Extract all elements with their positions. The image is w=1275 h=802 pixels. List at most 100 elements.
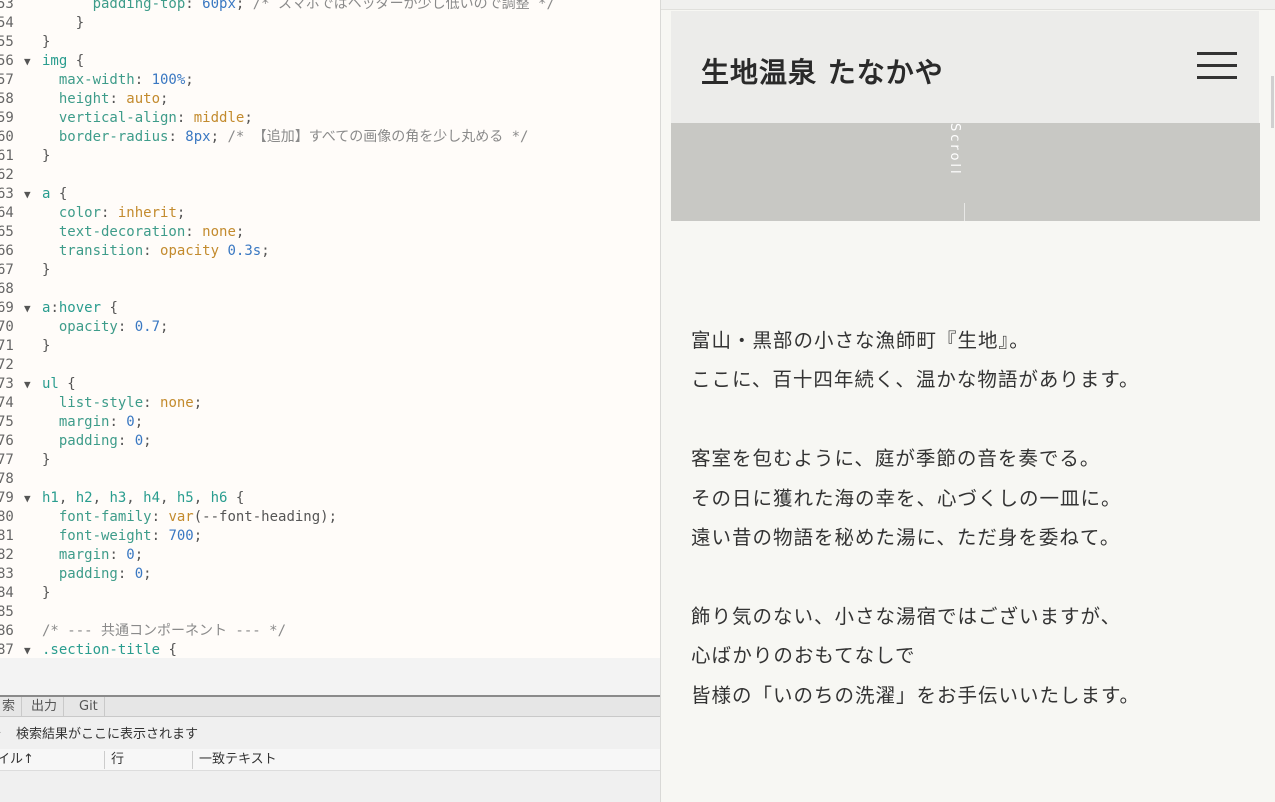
- code-line[interactable]: 67}: [0, 261, 660, 280]
- code-token: padding: [58, 433, 118, 449]
- line-number: 69: [0, 300, 14, 316]
- line-number: 55: [0, 34, 14, 50]
- fold-arrow-icon[interactable]: ▼: [24, 641, 36, 658]
- code-line[interactable]: 63 ▼ a {: [0, 185, 660, 204]
- code-line[interactable]: 54 }: [0, 14, 660, 33]
- line-number: 76: [0, 433, 14, 449]
- code-token: transition: [58, 243, 144, 259]
- code-line[interactable]: 81 font-weight: 700;: [0, 527, 660, 546]
- line-number: 81: [0, 528, 14, 544]
- code-line[interactable]: 82 margin: 0;: [0, 546, 660, 565]
- code-token: 0: [134, 433, 144, 449]
- code-token: ;: [134, 547, 144, 563]
- column-divider[interactable]: [192, 751, 193, 769]
- code-line[interactable]: 77}: [0, 451, 660, 470]
- code-text: max-width: 100%;: [42, 71, 194, 90]
- line-number: 83: [0, 566, 14, 582]
- code-line[interactable]: 60 border-radius: 8px; /* 【追加】すべての画像の角を少…: [0, 128, 660, 147]
- code-token: :: [143, 243, 161, 259]
- code-line[interactable]: 75 margin: 0;: [0, 413, 660, 432]
- code-line[interactable]: 65 text-decoration: none;: [0, 223, 660, 242]
- code-text: h1, h2, h3, h4, h5, h6 {: [42, 489, 244, 508]
- code-line[interactable]: 62: [0, 166, 660, 185]
- code-token: (--font-heading);: [193, 509, 338, 525]
- fold-arrow-icon[interactable]: ▼: [24, 52, 36, 71]
- code-line[interactable]: 53 padding-top: 60px; /* スマホではヘッダーが少し低いの…: [0, 0, 660, 14]
- fold-arrow-icon[interactable]: ▼: [24, 375, 36, 394]
- code-token: ,: [126, 490, 144, 506]
- code-token: none: [202, 224, 236, 240]
- fold-arrow-icon[interactable]: ▼: [24, 299, 36, 318]
- code-text: }: [42, 147, 50, 166]
- code-line[interactable]: 59 vertical-align: middle;: [0, 109, 660, 128]
- live-preview-pane[interactable]: 生地温泉 たなかや Scroll 富山・黒部の小さな漁師町『生地』。 ここに、百十…: [660, 0, 1275, 802]
- search-results-message: 検索結果がここに表示されます: [16, 727, 199, 742]
- code-token: :: [117, 319, 135, 335]
- line-number: 86: [0, 623, 14, 639]
- code-line[interactable]: 74 list-style: none;: [0, 394, 660, 413]
- hamburger-menu-icon[interactable]: [1197, 52, 1237, 82]
- code-token: h3: [109, 490, 127, 506]
- code-token: ;: [143, 566, 152, 582]
- column-file[interactable]: イル↑: [0, 751, 34, 769]
- tab-output[interactable]: 出力: [25, 697, 65, 716]
- code-line[interactable]: 85: [0, 603, 660, 622]
- code-token: ;: [134, 414, 144, 430]
- code-token: border-radius: [58, 129, 169, 145]
- column-line[interactable]: 行: [111, 751, 124, 769]
- line-number: 62: [0, 167, 14, 183]
- code-line[interactable]: 70 opacity: 0.7;: [0, 318, 660, 337]
- code-editor[interactable]: 53 padding-top: 60px; /* スマホではヘッダーが少し低いの…: [0, 0, 660, 658]
- code-line[interactable]: 83 padding: 0;: [0, 565, 660, 584]
- code-line[interactable]: 84}: [0, 584, 660, 603]
- code-line[interactable]: 69 ▼ a:hover {: [0, 299, 660, 318]
- code-token: {: [160, 642, 177, 658]
- code-line[interactable]: 73 ▼ ul {: [0, 375, 660, 394]
- code-line[interactable]: 72: [0, 356, 660, 375]
- code-token: ;: [160, 319, 169, 335]
- code-token: }: [42, 452, 51, 468]
- code-line[interactable]: 61}: [0, 147, 660, 166]
- site-title[interactable]: 生地温泉 たなかや: [701, 51, 944, 91]
- code-line[interactable]: 78: [0, 470, 660, 489]
- code-line[interactable]: 66 transition: opacity 0.3s;: [0, 242, 660, 261]
- code-token: opacity: [160, 243, 220, 259]
- intro-line: 客室を包むように、庭が季節の音を奏でる。: [691, 447, 1101, 471]
- intro-line: 飾り気のない、小さな湯宿ではございますが、: [691, 604, 1122, 628]
- code-line[interactable]: 64 color: inherit;: [0, 204, 660, 223]
- code-line[interactable]: 76 padding: 0;: [0, 432, 660, 451]
- code-text: }: [42, 261, 50, 280]
- code-line[interactable]: 55}: [0, 33, 660, 52]
- code-token: margin: [58, 547, 110, 563]
- code-token: ;: [235, 224, 245, 240]
- code-line[interactable]: 68: [0, 280, 660, 299]
- line-number: 74: [0, 395, 14, 411]
- code-line[interactable]: 57 max-width: 100%;: [0, 71, 660, 90]
- intro-line: 富山・黒部の小さな漁師町『生地』。: [691, 329, 1030, 352]
- column-divider[interactable]: [104, 751, 105, 769]
- code-line[interactable]: 58 height: auto;: [0, 90, 660, 109]
- preview-scrollbar[interactable]: [1271, 76, 1274, 128]
- code-line[interactable]: 87 ▼ .section-title {: [0, 641, 660, 658]
- code-line[interactable]: 79 ▼ h1, h2, h3, h4, h5, h6 {: [0, 489, 660, 508]
- code-text: opacity: 0.7;: [42, 318, 169, 337]
- code-line[interactable]: 86 /* --- 共通コンポーネント --- */: [0, 622, 660, 641]
- tab-git[interactable]: Git: [73, 697, 105, 716]
- line-number: 80: [0, 509, 14, 525]
- code-token: font-family: [58, 509, 152, 525]
- line-number: 59: [0, 110, 14, 126]
- tab-search[interactable]: 索: [0, 697, 23, 716]
- code-line[interactable]: 56 ▼ img {: [0, 52, 660, 71]
- fold-arrow-icon[interactable]: ▼: [24, 185, 36, 204]
- code-line[interactable]: 80 font-family: var(--font-heading);: [0, 508, 660, 527]
- code-line[interactable]: 71}: [0, 337, 660, 356]
- column-match-text[interactable]: 一致テキスト: [199, 751, 277, 769]
- code-token: }: [42, 338, 51, 354]
- line-number: 68: [0, 281, 14, 297]
- code-token: }: [42, 585, 51, 601]
- line-number: 75: [0, 414, 14, 430]
- fold-arrow-icon[interactable]: ▼: [24, 489, 36, 508]
- code-text: padding: 0;: [42, 565, 152, 584]
